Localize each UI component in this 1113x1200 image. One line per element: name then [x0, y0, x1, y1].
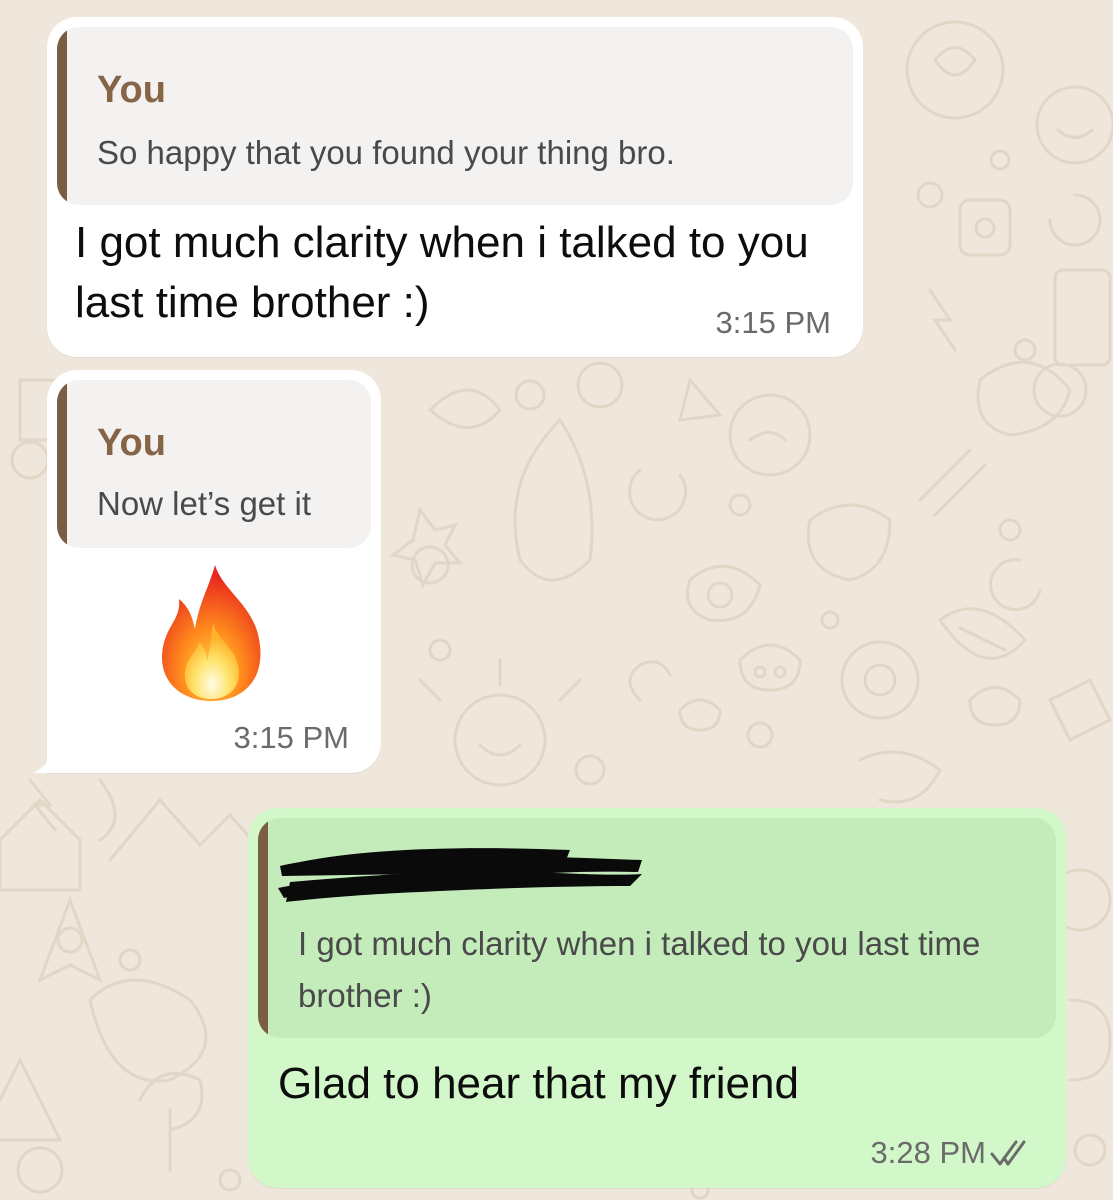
reply-quote-bar [258, 818, 268, 1038]
redacted-author [278, 848, 642, 902]
message-text: Glad to hear that my friend [278, 1059, 799, 1108]
reply-quote-bar [57, 380, 67, 548]
reply-text: So happy that you found your thing bro. [97, 134, 675, 171]
reply-quote-bar [57, 27, 67, 205]
message-bubble-incoming[interactable]: You Now let’s get it 3:15 PM [47, 370, 381, 773]
reply-author: You [97, 422, 166, 464]
reply-text: I got much clarity when i talked to you … [298, 925, 981, 1014]
read-double-check-icon [990, 1140, 1026, 1166]
message-bubble-incoming[interactable]: You So happy that you found your thing b… [47, 17, 863, 357]
message-bubble-outgoing[interactable]: I got much clarity when i talked to you … [248, 808, 1066, 1188]
message-timestamp: 3:15 PM [715, 305, 831, 340]
reply-quote[interactable]: You Now let’s get it [57, 380, 371, 548]
fire-emoji [162, 565, 261, 701]
reply-quote[interactable]: I got much clarity when i talked to you … [258, 818, 1056, 1038]
bubble-tail [32, 750, 60, 773]
message-timestamp: 3:28 PM [870, 1135, 986, 1170]
reply-quote[interactable]: You So happy that you found your thing b… [57, 27, 853, 205]
message-timestamp: 3:15 PM [233, 720, 349, 755]
reply-author: You [97, 69, 166, 111]
message-text: I got much clarity when i talked to you … [75, 218, 809, 327]
reply-text: Now let’s get it [97, 485, 311, 522]
